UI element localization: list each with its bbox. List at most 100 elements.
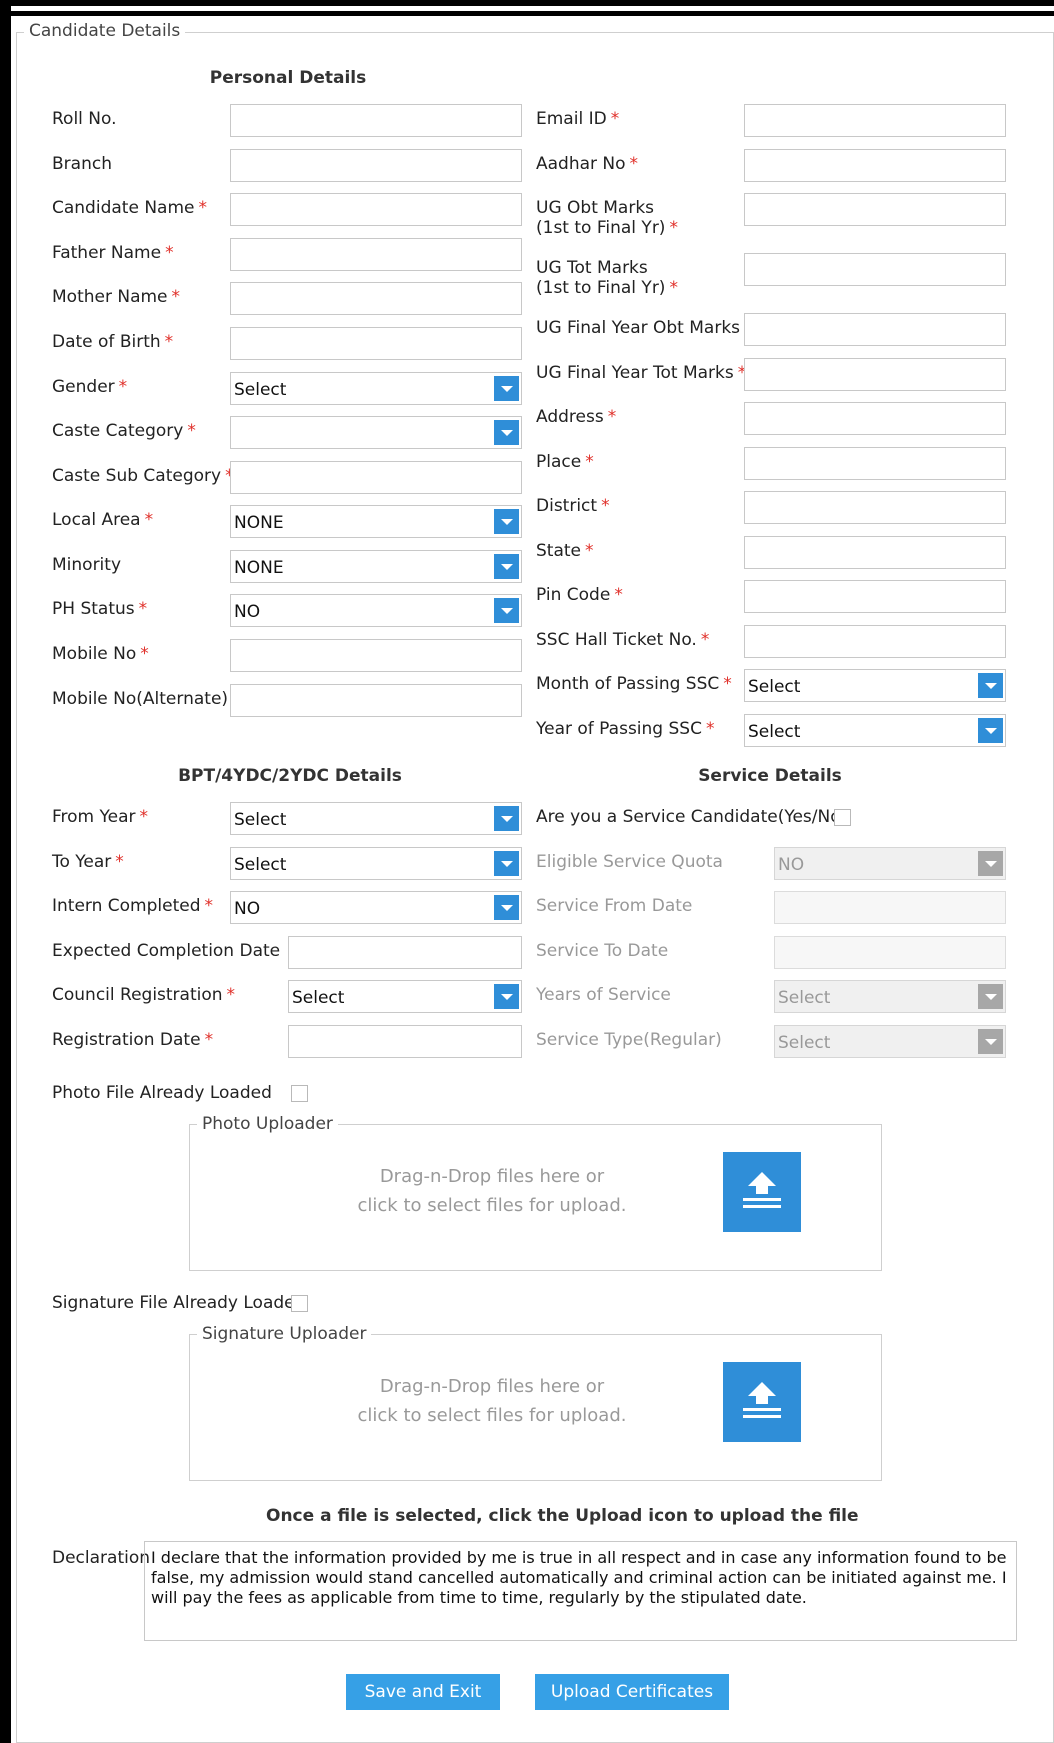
candidate-name-input[interactable] <box>230 193 522 226</box>
ph-status-value: NO <box>234 602 261 622</box>
required-marker: * <box>669 278 678 298</box>
chevron-down-icon[interactable] <box>494 851 519 876</box>
signature-drop-hint[interactable]: Drag-n-Drop files here or click to selec… <box>342 1372 642 1430</box>
save-and-exit-button[interactable]: Save and Exit <box>346 1674 500 1710</box>
chevron-down-icon[interactable] <box>978 718 1003 743</box>
label-ssc-hall-ticket-no: SSC Hall Ticket No. * <box>536 630 710 650</box>
mobile-no-alternate-input[interactable] <box>230 684 522 717</box>
to-year-value: Select <box>234 855 287 875</box>
chevron-down-icon[interactable] <box>494 554 519 579</box>
ug-final-year-tot-marks-input[interactable] <box>744 358 1006 391</box>
photo-upload-button[interactable] <box>723 1152 801 1232</box>
label-signature-file-loaded: Signature File Already Loaded <box>52 1293 306 1313</box>
label-roll-no: Roll No. <box>52 109 117 129</box>
service-to-date-input[interactable] <box>774 936 1006 969</box>
date-of-birth-input[interactable] <box>230 327 522 360</box>
chevron-down-icon[interactable] <box>494 420 519 445</box>
mobile-no-input[interactable] <box>230 639 522 672</box>
signature-loaded-checkbox[interactable] <box>291 1295 308 1312</box>
label-mobile-no-alternate: Mobile No(Alternate)* <box>52 689 241 709</box>
caste-category-select[interactable] <box>230 416 522 449</box>
local-area-select[interactable]: NONE <box>230 505 522 538</box>
label-mother-name: Mother Name * <box>52 287 181 307</box>
photo-drop-hint[interactable]: Drag-n-Drop files here or click to selec… <box>342 1162 642 1220</box>
mother-name-input[interactable] <box>230 282 522 315</box>
email-id-input[interactable] <box>744 104 1006 137</box>
required-marker: * <box>139 807 149 827</box>
chevron-down-icon[interactable] <box>978 851 1003 876</box>
state-input[interactable] <box>744 536 1006 569</box>
chevron-down-icon[interactable] <box>978 673 1003 698</box>
photo-drop-line-1: Drag-n-Drop files here or <box>379 1166 605 1187</box>
to-year-select[interactable]: Select <box>230 847 522 880</box>
chevron-down-icon[interactable] <box>494 984 519 1009</box>
required-marker: * <box>140 644 149 664</box>
council-registration-value: Select <box>292 988 345 1008</box>
declaration-text: I declare that the information provided … <box>144 1541 1017 1641</box>
photo-uploader-legend: Photo Uploader <box>197 1114 338 1134</box>
chevron-down-icon[interactable] <box>494 509 519 534</box>
required-marker: * <box>165 243 174 263</box>
service-candidate-checkbox[interactable] <box>834 809 851 826</box>
gender-select[interactable]: Select <box>230 372 522 405</box>
chevron-down-icon[interactable] <box>978 984 1003 1009</box>
required-marker: * <box>669 218 678 238</box>
eligible-service-quota-value: NO <box>778 855 805 875</box>
address-input[interactable] <box>744 402 1006 435</box>
signature-upload-button[interactable] <box>723 1362 801 1442</box>
expected-completion-date-input[interactable] <box>288 936 522 969</box>
father-name-input[interactable] <box>230 238 522 271</box>
pin-code-input[interactable] <box>744 580 1006 613</box>
label-registration-date: Registration Date * <box>52 1030 214 1050</box>
ssc-hall-ticket-no-input[interactable] <box>744 625 1006 658</box>
declaration-label: Declaration <box>52 1548 151 1568</box>
chevron-down-icon[interactable] <box>494 806 519 831</box>
label-local-area: Local Area * <box>52 510 154 530</box>
intern-completed-select[interactable]: NO <box>230 891 522 924</box>
place-input[interactable] <box>744 447 1006 480</box>
minority-select[interactable]: NONE <box>230 550 522 583</box>
years-of-service-select[interactable]: Select <box>774 980 1006 1013</box>
required-marker: * <box>204 1030 214 1050</box>
chevron-down-icon[interactable] <box>494 376 519 401</box>
caste-sub-category-input[interactable] <box>230 461 522 494</box>
photo-loaded-checkbox[interactable] <box>291 1085 308 1102</box>
label-aadhar-no: Aadhar No * <box>536 154 639 174</box>
required-marker: * <box>585 452 594 472</box>
service-type-value: Select <box>778 1033 831 1053</box>
signature-drop-line-1: Drag-n-Drop files here or <box>379 1376 605 1397</box>
label-caste-sub-category: Caste Sub Category* <box>52 466 234 486</box>
personal-details-title: Personal Details <box>209 68 367 88</box>
required-marker: * <box>187 421 196 441</box>
years-of-service-value: Select <box>778 988 831 1008</box>
intern-completed-value: NO <box>234 899 261 919</box>
month-of-passing-ssc-select[interactable]: Select <box>744 669 1006 702</box>
registration-date-input[interactable] <box>288 1025 522 1058</box>
label-ug-obt-marks: UG Obt Marks (1st to Final Yr) * <box>536 198 678 238</box>
ug-tot-marks-input[interactable] <box>744 253 1006 286</box>
ug-obt-marks-input[interactable] <box>744 193 1006 226</box>
year-of-passing-ssc-select[interactable]: Select <box>744 714 1006 747</box>
minority-value: NONE <box>234 558 284 578</box>
service-from-date-input[interactable] <box>774 891 1006 924</box>
district-input[interactable] <box>744 491 1006 524</box>
roll-no-input[interactable] <box>230 104 522 137</box>
eligible-service-quota-select[interactable]: NO <box>774 847 1006 880</box>
upload-certificates-button[interactable]: Upload Certificates <box>535 1674 729 1710</box>
label-photo-file-loaded: Photo File Already Loaded <box>52 1083 272 1103</box>
chevron-down-icon[interactable] <box>494 895 519 920</box>
chevron-down-icon[interactable] <box>978 1029 1003 1054</box>
service-type-select[interactable]: Select <box>774 1025 1006 1058</box>
ug-final-year-obt-marks-input[interactable] <box>744 313 1006 346</box>
branch-input[interactable] <box>230 149 522 182</box>
from-year-select[interactable]: Select <box>230 802 522 835</box>
label-years-of-service: Years of Service <box>536 985 671 1005</box>
chevron-down-icon[interactable] <box>494 598 519 623</box>
label-ug-tot-marks: UG Tot Marks (1st to Final Yr) * <box>536 258 678 298</box>
required-marker: * <box>204 896 214 916</box>
signature-drop-line-2: click to select files for upload. <box>357 1405 627 1426</box>
aadhar-no-input[interactable] <box>744 149 1006 182</box>
ph-status-select[interactable]: NO <box>230 594 522 627</box>
bpt-details-title: BPT/4YDC/2YDC Details <box>178 766 402 786</box>
council-registration-select[interactable]: Select <box>288 980 522 1013</box>
